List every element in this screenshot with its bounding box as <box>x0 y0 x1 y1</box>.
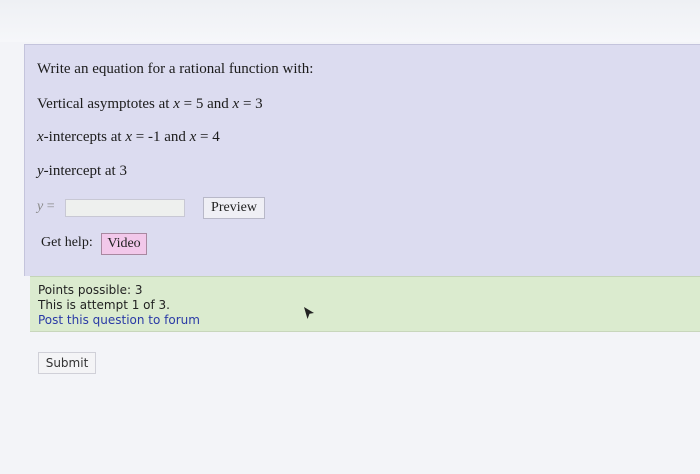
answer-prefix: y = <box>37 199 55 215</box>
xi-eq1: = -1 and <box>131 129 190 145</box>
va-eq1: = 5 and <box>179 96 233 112</box>
video-button[interactable]: Video <box>101 233 147 255</box>
get-help-label: Get help: <box>41 235 93 250</box>
xi-eq2: = 4 <box>196 129 220 145</box>
mouse-cursor-icon <box>304 307 314 319</box>
top-band <box>0 0 700 42</box>
y-intercept-line: y-intercept at 3 <box>37 163 127 180</box>
answer-equals: = <box>43 199 55 214</box>
preview-button[interactable]: Preview <box>203 197 265 219</box>
vertical-asymptotes-line: Vertical asymptotes at x = 5 and x = 3 <box>37 96 263 113</box>
submit-button[interactable]: Submit <box>38 352 96 374</box>
yi-label: -intercept at 3 <box>43 163 127 179</box>
question-prompt: Write an equation for a rational functio… <box>37 61 314 77</box>
question-box: Write an equation for a rational functio… <box>24 44 700 276</box>
points-possible: Points possible: 3 <box>38 283 143 297</box>
x-intercepts-line: x-intercepts at x = -1 and x = 4 <box>37 129 220 146</box>
xi-label: -intercepts at <box>43 129 126 145</box>
xi-var-label: x <box>37 129 44 145</box>
forum-link[interactable]: Post this question to forum <box>38 313 200 327</box>
va-eq2: = 3 <box>239 96 263 112</box>
va-label: Vertical asymptotes at <box>37 96 174 112</box>
attempt-count: This is attempt 1 of 3. <box>38 298 170 312</box>
xi-var1: x <box>125 129 132 145</box>
answer-input[interactable] <box>65 199 185 217</box>
va-var1: x <box>173 96 180 112</box>
yi-var-label: y <box>37 163 44 179</box>
info-box: Points possible: 3 This is attempt 1 of … <box>30 276 700 332</box>
